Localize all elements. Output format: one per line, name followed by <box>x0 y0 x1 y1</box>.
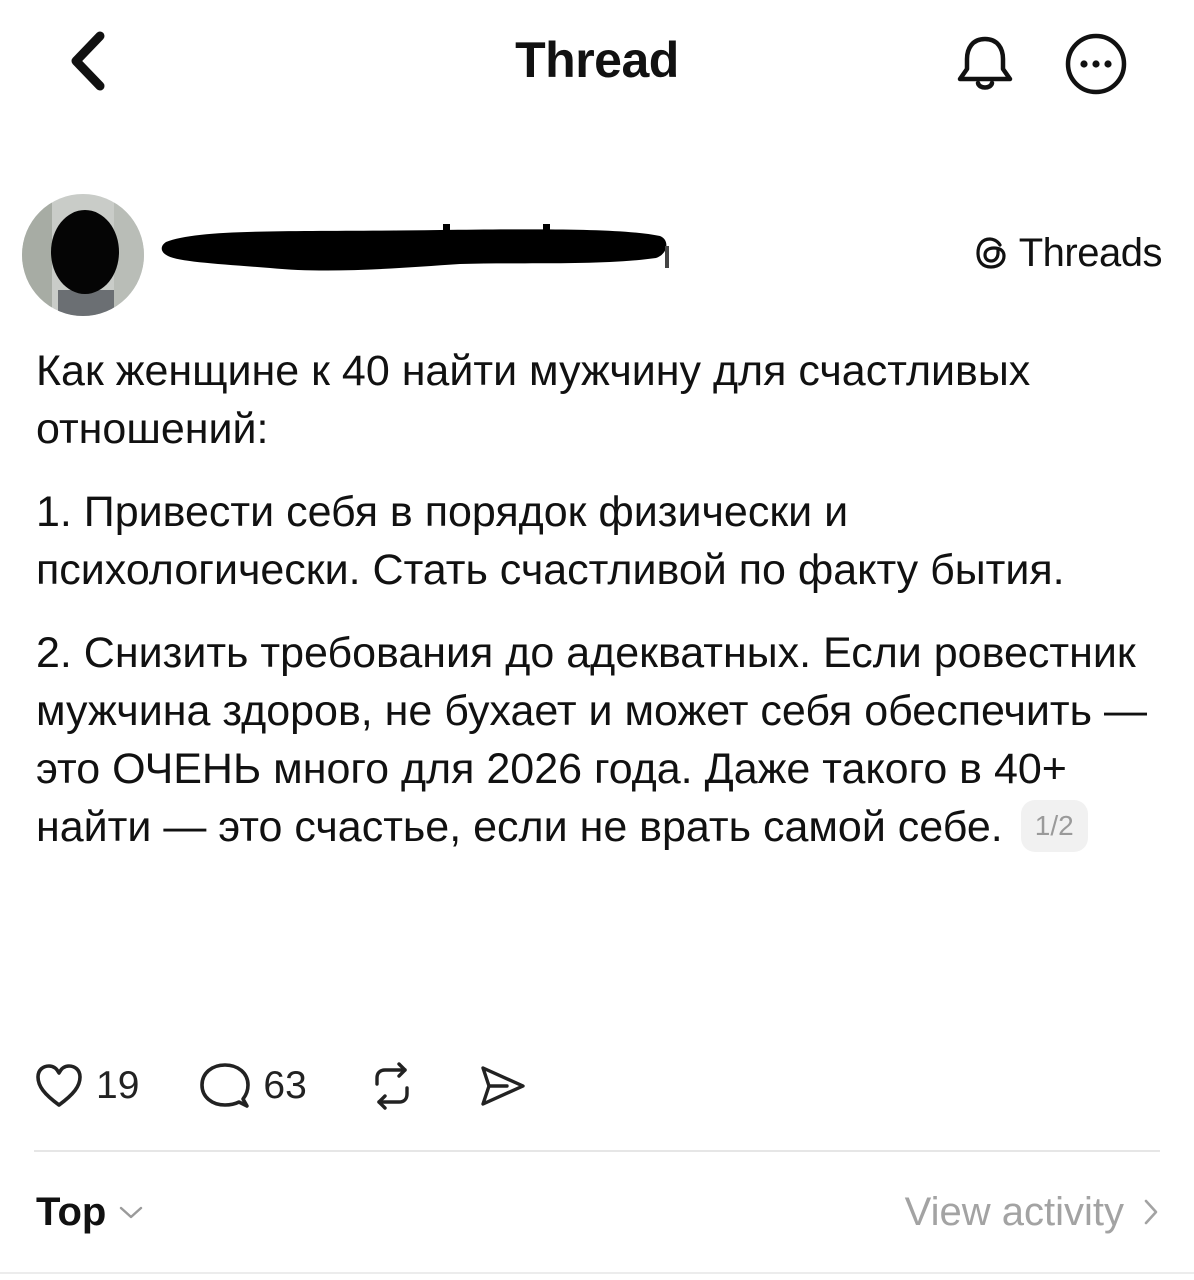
more-options-button[interactable] <box>1062 30 1130 98</box>
repost-button[interactable] <box>367 1062 417 1110</box>
heart-icon <box>36 1064 82 1107</box>
bell-icon <box>957 36 1013 90</box>
share-button[interactable] <box>477 1062 527 1110</box>
post-paragraph: Как женщине к 40 найти мужчину для счаст… <box>36 347 1031 453</box>
reply-count: 63 <box>263 1064 307 1107</box>
notifications-button[interactable] <box>952 33 1018 93</box>
bottom-divider <box>0 1272 1194 1274</box>
post-paragraph: 2. Снизить требования до адекватных. Есл… <box>36 624 1161 856</box>
threads-logo-icon <box>976 237 1006 269</box>
more-icon <box>1065 33 1127 95</box>
post-actions: 19 63 <box>34 1058 527 1114</box>
threads-badge-label: Threads <box>1018 231 1163 275</box>
reply-button[interactable]: 63 <box>199 1058 307 1114</box>
sort-dropdown[interactable]: Top <box>36 1184 144 1240</box>
view-activity-link[interactable]: View activity <box>905 1184 1160 1240</box>
avatar[interactable] <box>22 194 144 316</box>
avatar-image <box>22 194 144 316</box>
view-activity-label: View activity <box>904 1189 1124 1234</box>
post-paragraph-text: 2. Снизить требования до адекватных. Есл… <box>36 629 1147 851</box>
page-indicator[interactable]: 1/2 <box>1020 799 1088 852</box>
chevron-right-icon <box>1144 1199 1158 1225</box>
like-count: 19 <box>96 1064 140 1107</box>
send-icon <box>481 1066 525 1106</box>
chevron-down-icon <box>120 1206 143 1219</box>
section-divider <box>34 1150 1160 1152</box>
post-text: Как женщине к 40 найти мужчину для счаст… <box>36 342 1161 856</box>
post-paragraph: 1. Привести себя в порядок физически и п… <box>36 488 1065 594</box>
username-redacted[interactable] <box>160 210 680 280</box>
comment-icon <box>200 1063 251 1108</box>
top-bar: Thread <box>0 0 1194 120</box>
sort-label: Top <box>36 1189 107 1234</box>
repost-icon <box>375 1062 409 1110</box>
like-button[interactable]: 19 <box>34 1058 139 1114</box>
threads-source-badge[interactable]: Threads <box>973 230 1163 276</box>
